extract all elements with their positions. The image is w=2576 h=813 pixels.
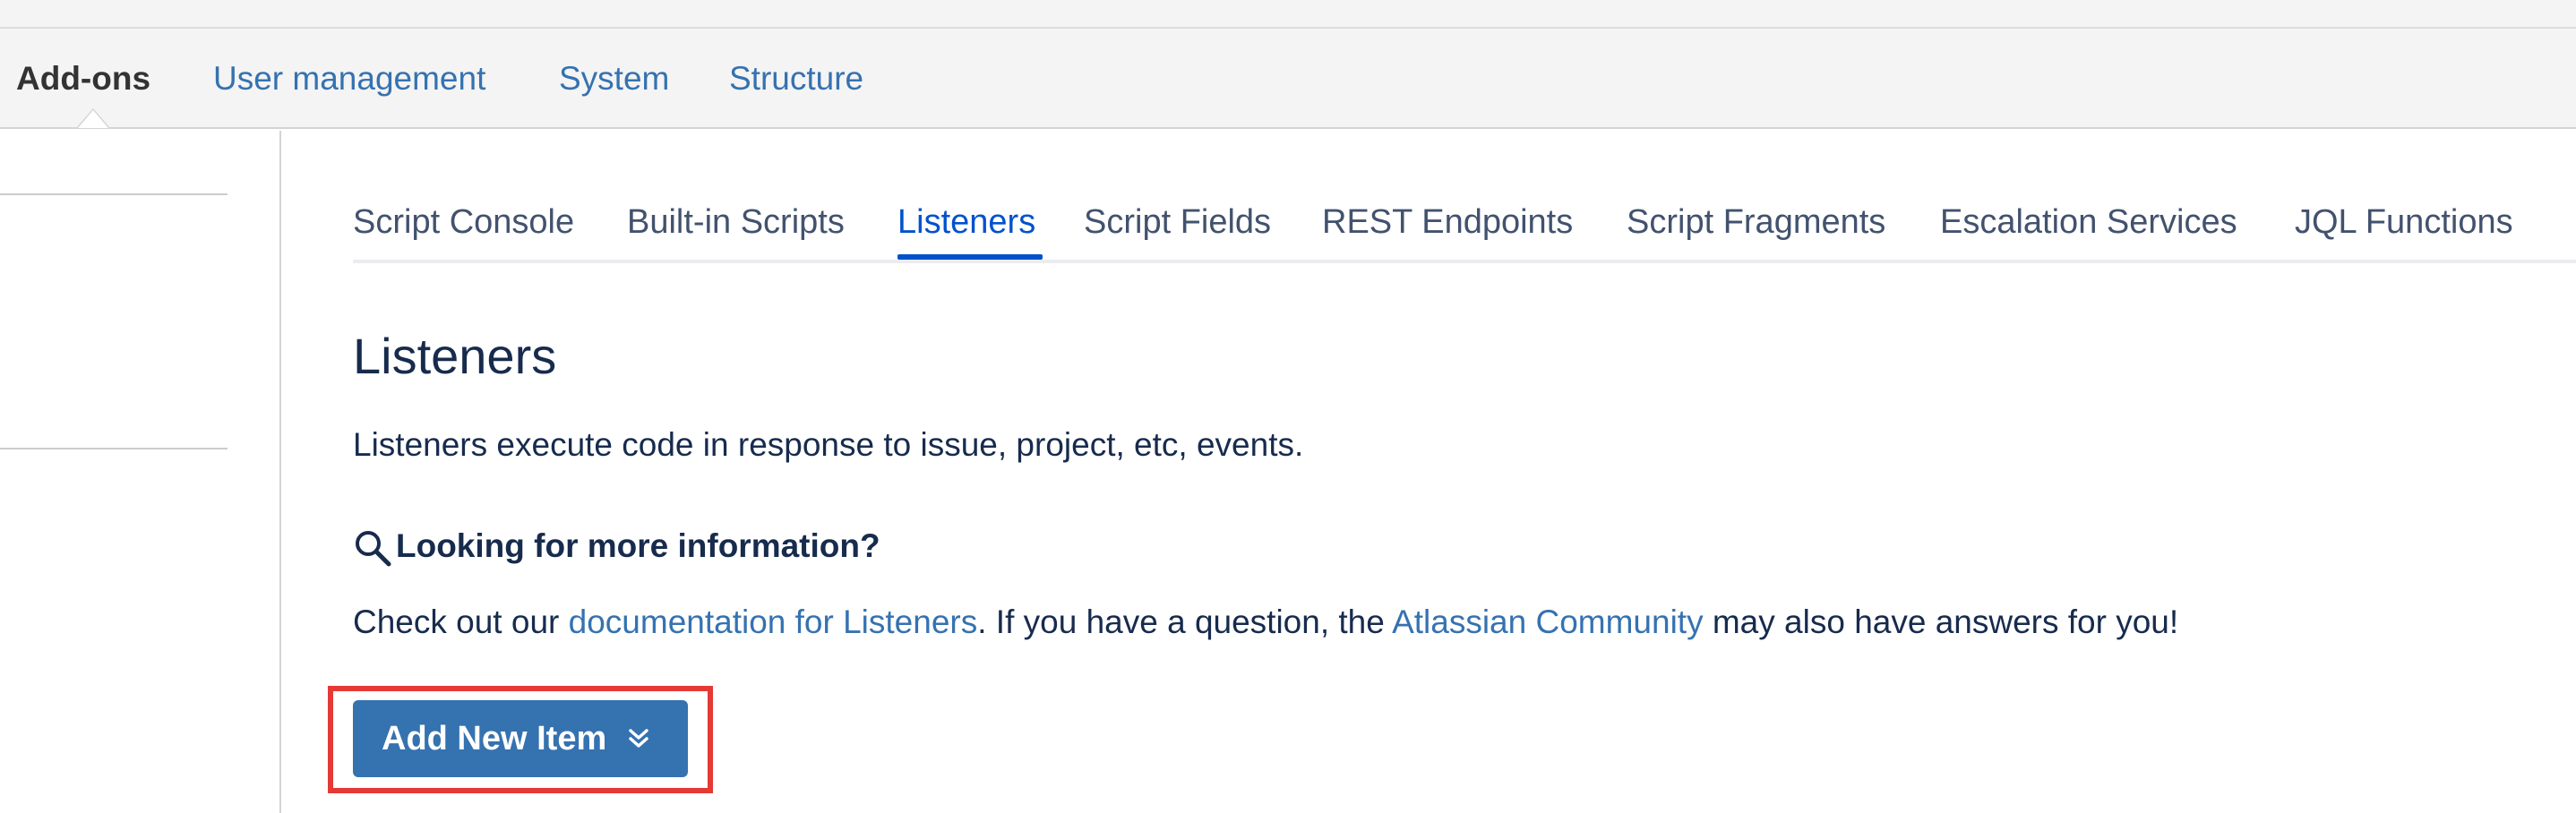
- nav-item-user-management[interactable]: User management: [213, 59, 485, 98]
- documentation-link[interactable]: documentation for Listeners: [569, 603, 978, 640]
- add-new-item-label: Add New Item: [382, 720, 607, 757]
- nav-item-structure[interactable]: Structure: [729, 59, 863, 98]
- browser-top-strip: [0, 0, 2576, 29]
- tab-script-console[interactable]: Script Console: [353, 201, 574, 244]
- nav-item-add-ons[interactable]: Add-ons: [16, 59, 150, 98]
- admin-navigation-bar: Add-ons User management System Structure: [0, 29, 2576, 129]
- admin-sidebar: [0, 131, 281, 813]
- page-description: Listeners execute code in response to is…: [353, 426, 1304, 463]
- active-tab-underline: [897, 254, 1043, 260]
- sidebar-divider: [0, 448, 228, 449]
- info-text: Check out our documentation for Listener…: [353, 602, 2178, 643]
- info-heading-label: Looking for more information?: [396, 527, 880, 564]
- tab-escalation-services[interactable]: Escalation Services: [1940, 201, 2237, 244]
- add-new-item-button[interactable]: Add New Item: [353, 700, 688, 777]
- magnifier-icon: [356, 531, 391, 567]
- atlassian-community-link[interactable]: Atlassian Community: [1392, 603, 1704, 640]
- tab-jql-functions[interactable]: JQL Functions: [2295, 201, 2513, 244]
- info-text-after: may also have answers for you!: [1703, 603, 2179, 640]
- sidebar-divider: [0, 193, 228, 195]
- double-chevron-down-icon: [629, 729, 648, 748]
- tab-script-fragments[interactable]: Script Fragments: [1627, 201, 1885, 244]
- page-title: Listeners: [353, 328, 557, 384]
- nav-item-system[interactable]: System: [559, 59, 669, 98]
- active-nav-indicator: [78, 110, 108, 128]
- info-text-middle: . If you have a question, the: [977, 603, 1393, 640]
- tab-rest-endpoints[interactable]: REST Endpoints: [1322, 201, 1573, 244]
- scriptrunner-tabs: Script Console Built-in Scripts Listener…: [353, 192, 2576, 263]
- tab-script-fields[interactable]: Script Fields: [1084, 201, 1271, 244]
- tab-built-in-scripts[interactable]: Built-in Scripts: [627, 201, 845, 244]
- tab-listeners[interactable]: Listeners: [897, 201, 1035, 244]
- info-text-before: Check out our: [353, 603, 569, 640]
